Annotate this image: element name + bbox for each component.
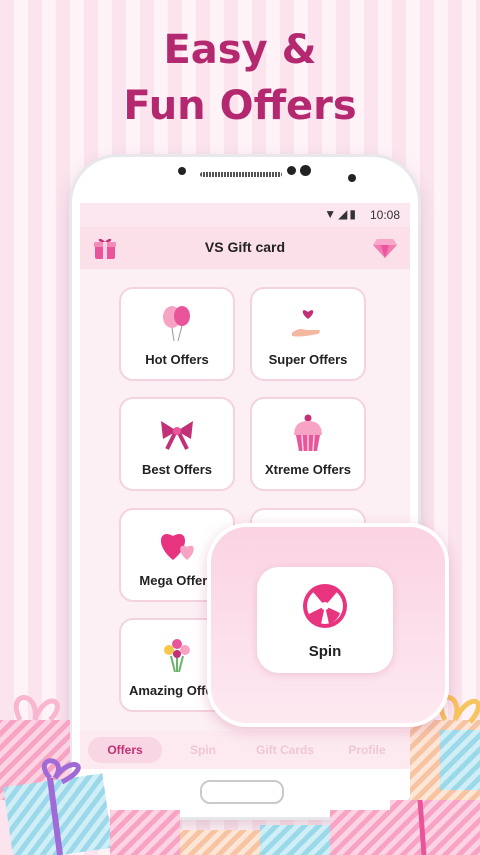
app-title: VS Gift card [204, 239, 286, 255]
card-hot-offers[interactable]: Hot Offers [119, 287, 235, 381]
card-super-offers[interactable]: Super Offers [250, 287, 366, 381]
headline-line-2: Fun Offers [123, 83, 357, 129]
status-bar: ▼◢▮ 10:08 [80, 203, 410, 227]
hearts-icon [160, 534, 194, 560]
cupcake-icon [294, 414, 322, 452]
bow-icon [161, 421, 193, 450]
balloons-icon [163, 306, 190, 342]
spin-button[interactable]: Spin [257, 567, 393, 673]
spin-wheel-icon [303, 584, 347, 628]
heart-hand-icon [292, 310, 320, 337]
card-xtreme-offers[interactable]: Xtreme Offers [250, 397, 366, 491]
card-label: Best Offers [141, 462, 213, 477]
card-best-offers[interactable]: Best Offers [119, 397, 235, 491]
headline-line-1: Easy & [163, 27, 317, 73]
card-label: Hot Offers [145, 352, 209, 367]
signal-battery-icons: ▼◢▮ [324, 207, 358, 221]
status-time: 10:08 [369, 208, 400, 222]
card-label: Super Offers [268, 352, 348, 367]
card-label: Xtreme Offers [265, 462, 351, 477]
light-sensor [348, 174, 356, 182]
spin-popup[interactable]: Spin [207, 523, 449, 727]
app-bar: VS Gift card [80, 227, 410, 269]
proximity-sensor [287, 166, 296, 175]
earpiece-speaker [200, 172, 282, 177]
diamond-icon[interactable] [372, 237, 398, 259]
front-camera-2 [300, 165, 311, 176]
front-camera [178, 167, 186, 175]
spin-label: Spin [308, 643, 342, 660]
